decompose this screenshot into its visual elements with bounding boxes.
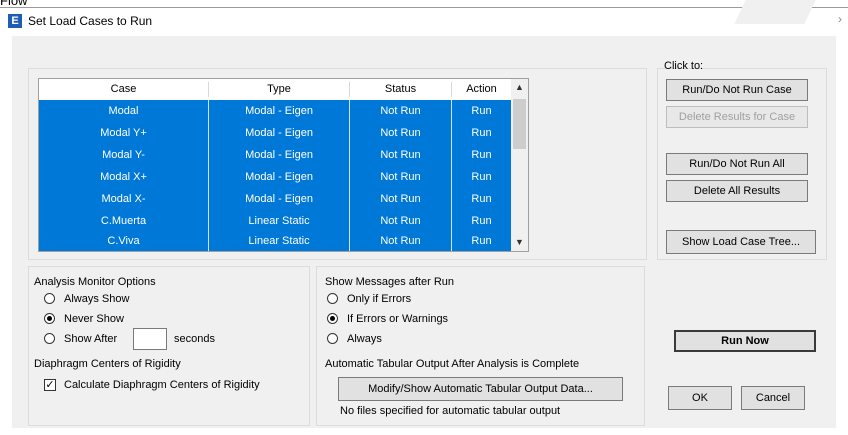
only-if-errors-radio[interactable] [327, 293, 338, 304]
load-cases-table[interactable]: Case Type Status Action Modal Modal - Ei… [38, 78, 529, 252]
always-radio[interactable] [327, 333, 338, 344]
cell-action: Run [471, 105, 492, 117]
diaphragm-label[interactable]: Calculate Diaphragm Centers of Rigidity [64, 379, 260, 391]
cell-case: Modal [39, 100, 209, 122]
show-after-radio[interactable] [44, 333, 55, 344]
scroll-down-icon[interactable]: ▼ [511, 234, 528, 251]
table-row[interactable]: Modal X- Modal - Eigen Not Run Run [39, 188, 511, 210]
cell-status: Not Run [350, 100, 452, 122]
modify-tabular-output-button[interactable]: Modify/Show Automatic Tabular Output Dat… [338, 377, 623, 401]
diaphragm-checkbox[interactable]: ✓ [44, 379, 56, 391]
show-after-label[interactable]: Show After [64, 333, 117, 345]
cell-status: Not Run [350, 188, 452, 210]
column-header-type[interactable]: Type [209, 79, 349, 100]
close-icon[interactable]: › [838, 12, 842, 26]
cell-action: Run [471, 171, 492, 183]
if-errors-or-warnings-radio[interactable] [327, 313, 338, 324]
cell-case: Modal Y- [39, 144, 209, 166]
never-show-radio[interactable] [44, 313, 55, 324]
messages-title: Show Messages after Run [325, 276, 455, 288]
cell-action: Run [471, 193, 492, 205]
cell-type: Modal - Eigen [209, 166, 350, 188]
show-load-case-tree-button[interactable]: Show Load Case Tree... [666, 230, 816, 254]
background-graphic [734, 0, 816, 24]
cell-action: Run [471, 149, 492, 161]
cell-type: Modal - Eigen [209, 100, 350, 122]
table-row[interactable]: Modal Y- Modal - Eigen Not Run Run [39, 144, 511, 166]
always-show-label[interactable]: Always Show [64, 293, 129, 305]
cell-action: Run [471, 127, 492, 139]
table-row[interactable]: C.Muerta Linear Static Not Run Run [39, 210, 511, 232]
app-icon: E [8, 14, 22, 28]
delete-all-results-button[interactable]: Delete All Results [666, 180, 808, 202]
cell-case: Modal Y+ [39, 122, 209, 144]
table-row[interactable]: Modal X+ Modal - Eigen Not Run Run [39, 166, 511, 188]
column-header-status[interactable]: Status [350, 79, 451, 100]
always-label[interactable]: Always [347, 333, 382, 345]
ok-button[interactable]: OK [668, 386, 732, 410]
analysis-monitor-title: Analysis Monitor Options [34, 276, 156, 288]
cell-case: C.Muerta [39, 210, 209, 232]
click-to-label: Click to: [664, 60, 704, 72]
cell-status: Not Run [350, 232, 452, 251]
run-now-button[interactable]: Run Now [674, 330, 816, 352]
scrollbar-thumb[interactable] [513, 99, 526, 149]
cell-type: Modal - Eigen [209, 122, 350, 144]
always-show-radio[interactable] [44, 293, 55, 304]
table-row[interactable]: C.Viva Linear Static Not Run Run [39, 232, 511, 251]
table-header: Case Type Status Action [39, 79, 511, 100]
seconds-label: seconds [174, 333, 215, 345]
cell-case: C.Viva [39, 232, 209, 251]
cell-action: Run [471, 215, 492, 227]
cell-type: Modal - Eigen [209, 144, 350, 166]
page-divider [0, 7, 848, 8]
delete-results-for-case-button[interactable]: Delete Results for Case [666, 106, 808, 128]
window-title: Set Load Cases to Run [28, 14, 153, 28]
diaphragm-title: Diaphragm Centers of Rigidity [34, 358, 181, 370]
tabular-title: Automatic Tabular Output After Analysis … [325, 358, 580, 370]
column-header-action[interactable]: Action [452, 79, 511, 100]
column-header-case[interactable]: Case [39, 79, 208, 100]
table-row[interactable]: Modal Y+ Modal - Eigen Not Run Run [39, 122, 511, 144]
scroll-up-icon[interactable]: ▲ [511, 79, 528, 96]
cell-status: Not Run [350, 144, 452, 166]
cell-type: Linear Static [209, 210, 350, 232]
table-scrollbar[interactable]: ▲ ▼ [511, 79, 528, 251]
only-if-errors-label[interactable]: Only if Errors [347, 293, 411, 305]
seconds-input[interactable] [133, 328, 167, 350]
tabular-status: No files specified for automatic tabular… [340, 405, 561, 417]
cell-action: Run [471, 235, 492, 247]
cell-case: Modal X+ [39, 166, 209, 188]
table-row[interactable]: Modal Modal - Eigen Not Run Run [39, 100, 511, 122]
cell-case: Modal X- [39, 188, 209, 210]
cell-type: Linear Static [209, 232, 350, 251]
cell-type: Modal - Eigen [209, 188, 350, 210]
never-show-label[interactable]: Never Show [64, 313, 124, 325]
cell-status: Not Run [350, 122, 452, 144]
run-do-not-run-all-button[interactable]: Run/Do Not Run All [666, 153, 808, 175]
cell-status: Not Run [350, 166, 452, 188]
analysis-monitor-group [28, 266, 310, 426]
if-errors-or-warnings-label[interactable]: If Errors or Warnings [347, 313, 448, 325]
cell-status: Not Run [350, 210, 452, 232]
run-do-not-run-case-button[interactable]: Run/Do Not Run Case [666, 79, 808, 101]
cancel-button[interactable]: Cancel [741, 386, 805, 410]
messages-group [316, 266, 645, 426]
